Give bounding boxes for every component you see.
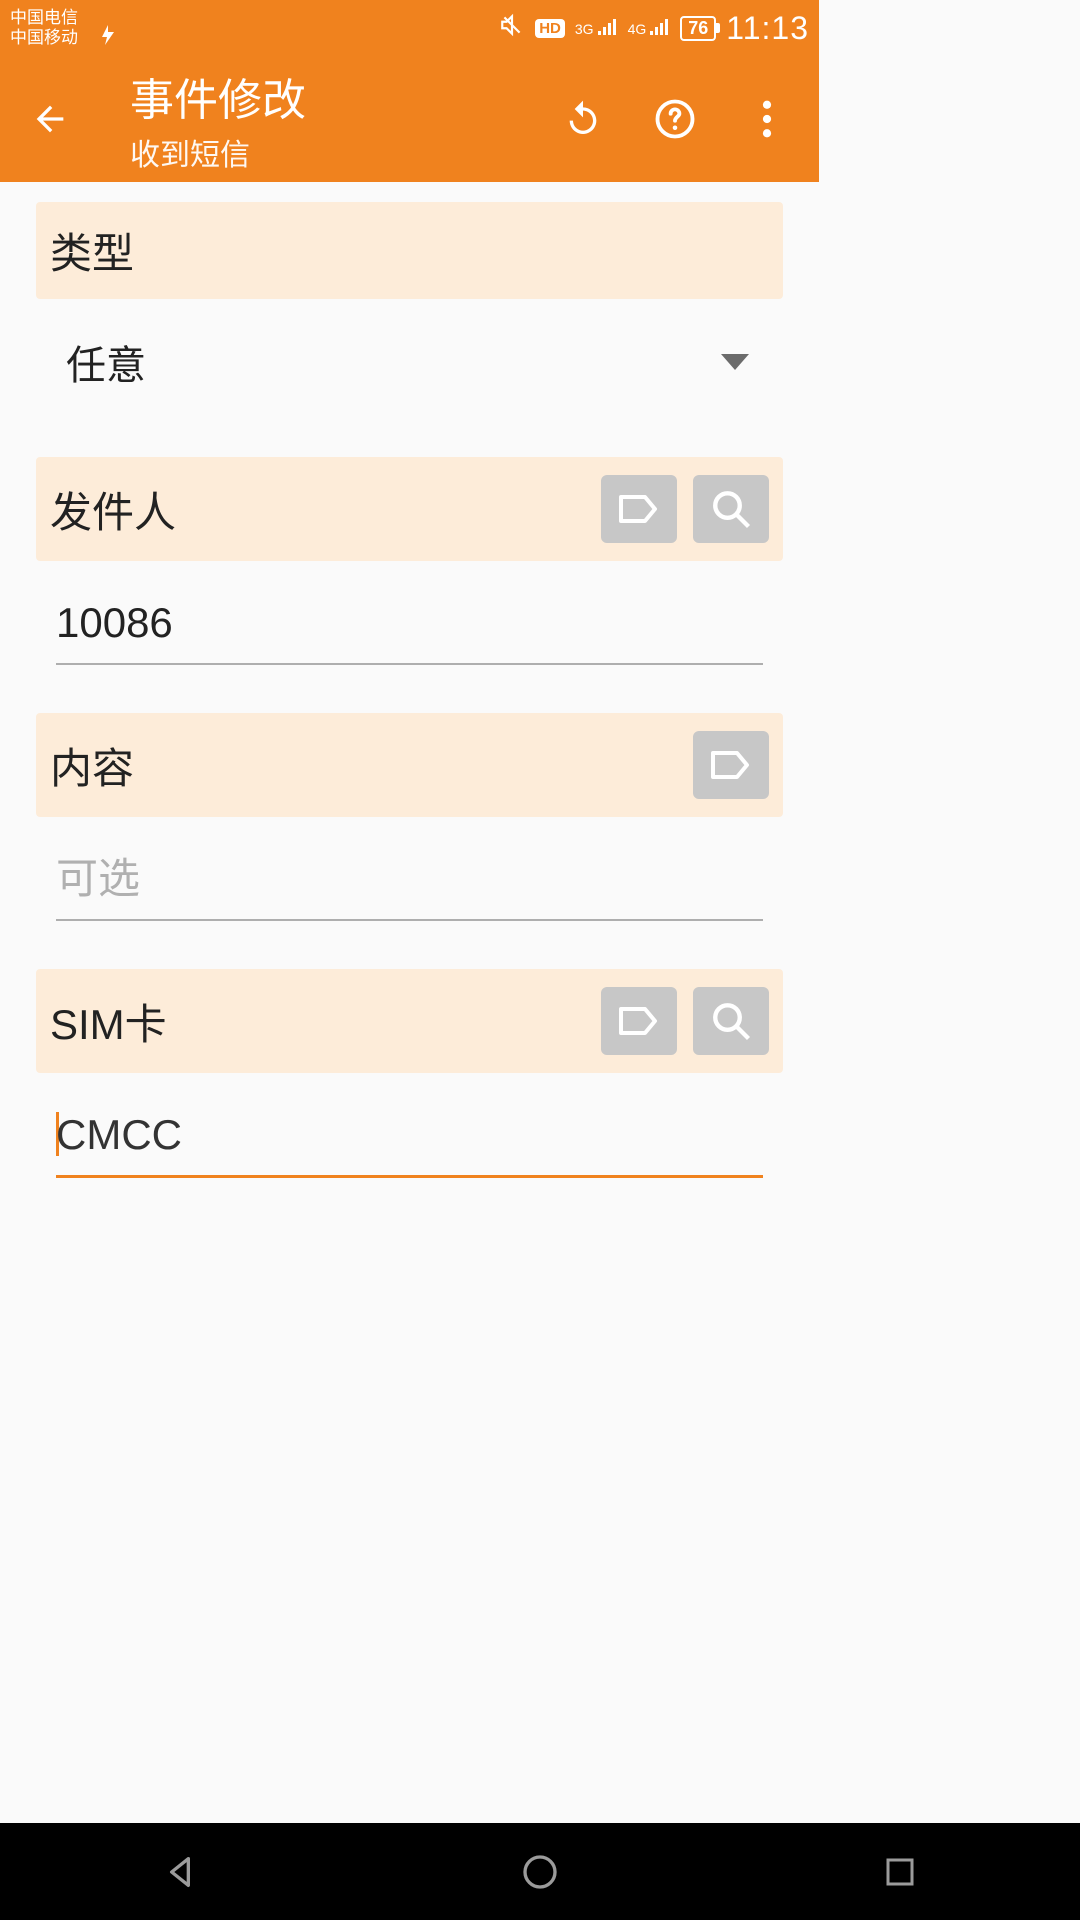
tag-icon — [617, 492, 661, 526]
undo-button[interactable] — [561, 97, 605, 141]
help-button[interactable] — [653, 97, 697, 141]
section-header-type: 类型 — [36, 202, 783, 299]
type-dropdown[interactable]: 任意 — [36, 305, 783, 431]
chevron-down-icon — [721, 354, 749, 370]
sender-input[interactable] — [56, 591, 763, 653]
content-input-row[interactable] — [56, 847, 763, 921]
sender-tag-button[interactable] — [601, 475, 677, 543]
status-carriers: 中国电信 中国移动 — [10, 8, 78, 49]
section-header-sender: 发件人 — [36, 457, 783, 561]
appbar-actions — [561, 97, 799, 141]
tag-icon — [709, 748, 753, 782]
form-content: 类型 任意 发件人 内容 SIM卡 — [0, 182, 819, 1246]
tag-icon — [617, 1004, 661, 1038]
arrow-left-icon — [30, 99, 70, 139]
carrier-1-label: 中国电信 — [10, 8, 78, 28]
more-vert-icon — [762, 100, 772, 138]
help-icon — [654, 98, 696, 140]
page-title: 事件修改 — [130, 64, 561, 128]
nav-recent-button[interactable] — [870, 1842, 930, 1902]
content-input[interactable] — [56, 847, 763, 909]
status-bar: 中国电信 中国移动 HD 3G 4G 76 11:13 — [0, 0, 819, 56]
system-nav-bar — [0, 1823, 1080, 1920]
sim-label: SIM卡 — [50, 991, 167, 1052]
undo-icon — [563, 99, 603, 139]
sim-input[interactable]: CMCC — [56, 1103, 182, 1165]
signal-2-label: 4G — [628, 21, 647, 37]
signal-2: 4G — [628, 19, 671, 37]
signal-1-label: 3G — [575, 21, 594, 37]
content-tag-button[interactable] — [693, 731, 769, 799]
sender-label: 发件人 — [50, 479, 176, 540]
type-label: 类型 — [50, 220, 134, 281]
content-label: 内容 — [50, 735, 134, 796]
carrier-2-label: 中国移动 — [10, 28, 78, 48]
status-clock: 11:13 — [726, 10, 809, 47]
back-button[interactable] — [20, 97, 80, 141]
nav-back-button[interactable] — [150, 1842, 210, 1902]
hd-badge: HD — [535, 19, 565, 38]
sim-input-row[interactable]: CMCC — [56, 1103, 763, 1178]
mute-icon — [499, 12, 525, 44]
appbar-titles: 事件修改 收到短信 — [80, 64, 561, 174]
section-header-content: 内容 — [36, 713, 783, 817]
circle-home-icon — [520, 1852, 560, 1892]
battery-badge: 76 — [680, 16, 716, 41]
page-subtitle: 收到短信 — [130, 130, 561, 174]
charging-icon — [100, 25, 116, 51]
search-icon — [710, 1000, 752, 1042]
overflow-menu-button[interactable] — [745, 97, 789, 141]
sim-search-button[interactable] — [693, 987, 769, 1055]
triangle-back-icon — [160, 1852, 200, 1892]
section-header-sim: SIM卡 — [36, 969, 783, 1073]
sender-search-button[interactable] — [693, 475, 769, 543]
square-recent-icon — [882, 1854, 918, 1890]
app-bar: 事件修改 收到短信 — [0, 56, 819, 182]
type-value: 任意 — [66, 333, 146, 391]
search-icon — [710, 488, 752, 530]
sim-tag-button[interactable] — [601, 987, 677, 1055]
status-right: HD 3G 4G 76 11:13 — [499, 10, 809, 47]
signal-1: 3G — [575, 19, 618, 37]
sender-input-row[interactable] — [56, 591, 763, 665]
nav-home-button[interactable] — [510, 1842, 570, 1902]
